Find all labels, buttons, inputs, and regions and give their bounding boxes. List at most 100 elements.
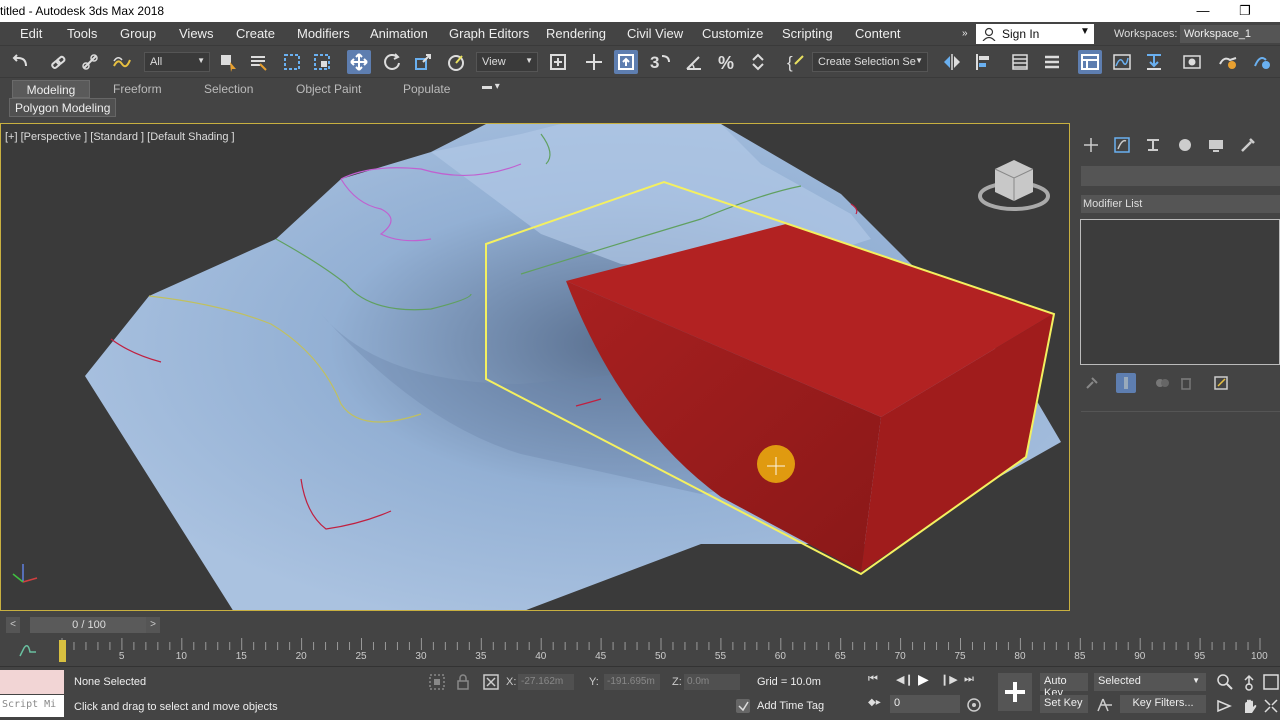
field-of-view-icon[interactable] — [1216, 697, 1234, 715]
menu-overflow-icon[interactable]: » — [962, 28, 968, 39]
select-by-name-icon[interactable] — [246, 50, 270, 74]
select-and-rotate-icon[interactable] — [380, 50, 404, 74]
workspace-select[interactable]: Workspace_1 — [1180, 25, 1280, 43]
menu-animation[interactable]: Animation — [370, 26, 428, 41]
isolate-selection-icon[interactable] — [428, 673, 446, 691]
select-and-scale-icon[interactable] — [411, 50, 435, 74]
time-slider-next-button[interactable]: > — [146, 617, 160, 633]
window-crossing-icon[interactable] — [310, 50, 334, 74]
select-and-move-icon[interactable] — [347, 50, 371, 74]
menu-group[interactable]: Group — [120, 26, 156, 41]
menu-create[interactable]: Create — [236, 26, 275, 41]
placement-icon[interactable] — [444, 50, 468, 74]
set-keys-button[interactable] — [998, 673, 1032, 711]
keyboard-shortcut-override-icon[interactable] — [614, 50, 638, 74]
sign-in-dropdown[interactable]: Sign In ▼ — [976, 24, 1094, 44]
make-unique-icon[interactable] — [1154, 375, 1170, 391]
y-coordinate-field[interactable]: -191.695m — [604, 674, 660, 690]
modify-tab-icon[interactable] — [1113, 136, 1131, 154]
time-slider[interactable]: < 0 / 100 > — [6, 616, 160, 634]
utilities-tab-icon[interactable] — [1239, 136, 1257, 154]
pin-stack-icon[interactable] — [1084, 375, 1100, 391]
mirror-icon[interactable] — [940, 50, 964, 74]
curve-editor-icon[interactable] — [1110, 50, 1134, 74]
minimize-button[interactable]: — — [1180, 0, 1226, 22]
render-setup-icon[interactable] — [1216, 50, 1240, 74]
edit-named-selection-icon[interactable]: { — [784, 50, 808, 74]
ribbon-options-icon[interactable]: ▬ ▾ — [482, 81, 500, 92]
hierarchy-tab-icon[interactable] — [1144, 136, 1162, 154]
named-selection-sets-dropdown[interactable]: Create Selection Se ▼ — [812, 52, 928, 72]
absolute-mode-icon[interactable] — [482, 673, 500, 691]
next-frame-icon[interactable]: ❙▶ — [940, 673, 958, 686]
object-name-field[interactable] — [1081, 166, 1280, 186]
menu-tools[interactable]: Tools — [67, 26, 97, 41]
bind-space-warp-icon[interactable] — [110, 50, 134, 74]
layer-explorer-icon[interactable] — [1040, 50, 1064, 74]
lock-icon[interactable] — [456, 673, 470, 691]
go-to-start-icon[interactable]: ⏮ — [868, 673, 878, 686]
time-slider-prev-button[interactable]: < — [6, 617, 20, 633]
orbit-icon[interactable] — [1240, 673, 1258, 691]
x-coordinate-field[interactable]: -27.162m — [518, 674, 574, 690]
tab-selection[interactable]: Selection — [198, 80, 259, 98]
link-icon[interactable] — [46, 50, 70, 74]
menu-rendering[interactable]: Rendering — [546, 26, 606, 41]
zoom-extents-icon[interactable] — [1262, 673, 1280, 691]
menu-edit[interactable]: Edit — [20, 26, 42, 41]
go-to-end-icon[interactable]: ⏭ — [964, 673, 974, 686]
menu-scripting[interactable]: Scripting — [782, 26, 833, 41]
display-tab-icon[interactable] — [1207, 136, 1225, 154]
material-editor-icon[interactable] — [1180, 50, 1204, 74]
menu-views[interactable]: Views — [179, 26, 213, 41]
configure-modifier-sets-icon[interactable] — [1213, 375, 1229, 391]
menu-graph-editors[interactable]: Graph Editors — [449, 26, 529, 41]
create-tab-icon[interactable] — [1082, 136, 1100, 154]
z-coordinate-field[interactable]: 0.0m — [684, 674, 740, 690]
align-icon[interactable] — [972, 50, 996, 74]
play-icon[interactable]: ▶ — [918, 671, 929, 688]
tab-populate[interactable]: Populate — [397, 80, 456, 98]
key-filters-button[interactable]: Key Filters... — [1120, 695, 1206, 713]
add-time-tag[interactable]: Add Time Tag — [757, 700, 824, 712]
time-configuration-icon[interactable] — [966, 697, 982, 713]
maxscript-listener[interactable]: Script Mi — [0, 670, 64, 718]
maxscript-input[interactable]: Script Mi — [0, 695, 64, 717]
set-key-button[interactable]: Set Key — [1040, 695, 1088, 713]
angle-snap-icon[interactable] — [682, 50, 706, 74]
selection-set-dropdown[interactable]: Selected ▼ — [1094, 673, 1206, 691]
curve-editor-mini-icon[interactable] — [18, 644, 38, 658]
schematic-view-icon[interactable] — [1142, 50, 1166, 74]
snaps-toggle-icon[interactable]: 3 — [648, 50, 672, 74]
select-manipulate-icon[interactable] — [582, 50, 606, 74]
spinner-snap-icon[interactable] — [746, 50, 770, 74]
toggle-ribbon-icon[interactable] — [1078, 50, 1102, 74]
percent-snap-icon[interactable]: % — [714, 50, 738, 74]
pivot-center-icon[interactable] — [546, 50, 570, 74]
modifier-list-dropdown[interactable]: Modifier List — [1081, 195, 1280, 213]
motion-tab-icon[interactable] — [1176, 136, 1194, 154]
perspective-viewport[interactable]: [+] [Perspective ] [Standard ] [Default … — [0, 123, 1070, 611]
render-icon[interactable] — [1250, 50, 1274, 74]
menu-content[interactable]: Content — [855, 26, 901, 41]
zoom-icon[interactable] — [1216, 673, 1234, 691]
remove-modifier-icon[interactable] — [1178, 375, 1194, 391]
key-mode-icon[interactable]: ◆▸ — [868, 697, 881, 708]
unlink-icon[interactable] — [78, 50, 102, 74]
time-slider-value[interactable]: 0 / 100 — [30, 617, 148, 633]
current-frame-marker[interactable] — [59, 640, 66, 662]
undo-icon[interactable] — [8, 50, 32, 74]
previous-frame-icon[interactable]: ◀❙ — [896, 673, 914, 686]
modifier-stack[interactable] — [1080, 219, 1280, 365]
menu-civil-view[interactable]: Civil View — [627, 26, 683, 41]
polygon-modeling-tab[interactable]: Polygon Modeling — [9, 98, 117, 117]
current-frame-field[interactable]: 0 — [890, 695, 960, 713]
viewport-label[interactable]: [+] [Perspective ] [Standard ] [Default … — [5, 131, 235, 143]
menu-modifiers[interactable]: Modifiers — [297, 26, 350, 41]
tab-modeling[interactable]: Modeling — [12, 80, 90, 98]
scene-explorer-icon[interactable] — [1008, 50, 1032, 74]
track-bar[interactable]: 5 10 15 20 25 30 35 40 45 50 55 60 65 70 75 80 85 90 95 100 — [0, 636, 1280, 666]
tab-object-paint[interactable]: Object Paint — [290, 80, 367, 98]
maximize-viewport-icon[interactable] — [1262, 697, 1280, 715]
select-object-icon[interactable] — [216, 50, 240, 74]
